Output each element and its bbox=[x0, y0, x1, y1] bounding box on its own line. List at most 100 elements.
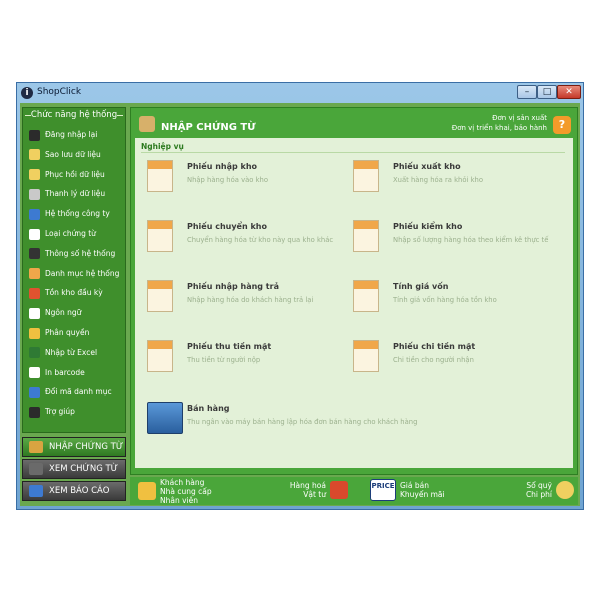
tile-title[interactable]: Bán hàng bbox=[187, 404, 230, 413]
tile-title[interactable]: Phiếu nhập kho bbox=[187, 162, 257, 171]
module-button[interactable]: XEM BÁO CÁO bbox=[22, 481, 126, 501]
module-icon bbox=[29, 484, 43, 497]
cash-payment-icon[interactable] bbox=[353, 340, 379, 372]
transfer-slip-icon[interactable] bbox=[147, 220, 173, 252]
sidebar-item[interactable]: Danh mục hệ thống bbox=[29, 265, 123, 283]
import-slip-icon[interactable] bbox=[147, 160, 173, 192]
app-icon: i bbox=[21, 87, 33, 99]
minimize-button[interactable]: – bbox=[517, 85, 537, 99]
maximize-button[interactable]: □ bbox=[537, 85, 557, 99]
sidebar-item[interactable]: Loại chứng từ bbox=[29, 225, 123, 243]
tile-description: Thu tiền từ người nộp bbox=[187, 356, 261, 364]
module-button-label: NHẬP CHỨNG TỪ bbox=[49, 442, 124, 452]
sidebar-item-label: Phục hồi dữ liệu bbox=[45, 169, 105, 179]
module-button[interactable]: XEM CHỨNG TỪ bbox=[22, 459, 126, 479]
sidebar-item-label: Thanh lý dữ liệu bbox=[45, 189, 106, 199]
cashbook-icon[interactable] bbox=[556, 481, 574, 499]
sidebar-item[interactable]: Đăng nhập lại bbox=[29, 126, 123, 144]
title-bar[interactable]: i ShopClick – □ ✕ bbox=[17, 83, 583, 103]
sidebar-item[interactable]: Phục hồi dữ liệu bbox=[29, 166, 123, 184]
sidebar-item-label: Tồn kho đầu kỳ bbox=[45, 288, 103, 298]
trash-icon bbox=[29, 188, 40, 200]
sidebar-item-label: Đăng nhập lại bbox=[45, 130, 98, 139]
system-functions-panel: Chức năng hệ thống Đăng nhập lại Sao lưu … bbox=[22, 107, 126, 433]
sidebar-title: Chức năng hệ thống bbox=[23, 108, 125, 122]
sidebar-item[interactable]: Tồn kho đầu kỳ bbox=[29, 284, 123, 302]
support-link[interactable]: Đơn vị triển khai, bảo hành bbox=[452, 124, 547, 132]
window-title: ShopClick bbox=[37, 87, 82, 97]
manufacturer-link[interactable]: Đơn vị sản xuất bbox=[492, 114, 547, 122]
module-button-label: XEM BÁO CÁO bbox=[49, 486, 110, 496]
cashbook-link[interactable]: Sổ quỹ Chi phí bbox=[520, 481, 552, 499]
main-panel: NHẬP CHỨNG TỪ Đơn vị sản xuất Đơn vị tri… bbox=[130, 107, 578, 475]
sidebar-item-label: Danh mục hệ thống bbox=[45, 268, 120, 278]
bottom-bar: Khách hàng Nhà cung cấp Nhân viên Hàng hoá… bbox=[130, 477, 578, 505]
content-area: Nghiệp vụ Phiếu nhập kho Nhập hàng hóa và… bbox=[135, 138, 573, 468]
tile-description: Xuất hàng hóa ra khỏi kho bbox=[393, 176, 483, 184]
tile-title[interactable]: Phiếu chi tiền mặt bbox=[393, 342, 475, 351]
sidebar-item[interactable]: Ngôn ngữ bbox=[29, 304, 123, 322]
sidebar-item[interactable]: Đổi mã danh mục bbox=[29, 383, 123, 401]
barcode-icon bbox=[29, 367, 40, 379]
sidebar-item-label: Ngôn ngữ bbox=[45, 308, 82, 318]
sidebar-item[interactable]: Trợ giúp bbox=[29, 403, 123, 421]
sidebar-item-label: Loại chứng từ bbox=[45, 229, 96, 238]
restore-icon bbox=[29, 169, 40, 181]
goods-link[interactable]: Hàng hoá Vật tư bbox=[286, 481, 326, 499]
cash-register-icon[interactable] bbox=[147, 402, 183, 434]
tile-title[interactable]: Phiếu xuất kho bbox=[393, 162, 461, 171]
tile-title[interactable]: Phiếu chuyển kho bbox=[187, 222, 267, 231]
tile-description: Nhập hàng hóa vào kho bbox=[187, 176, 268, 184]
tile-title[interactable]: Phiếu kiểm kho bbox=[393, 222, 462, 231]
stocktake-icon[interactable] bbox=[353, 220, 379, 252]
sidebar-item[interactable]: Thanh lý dữ liệu bbox=[29, 185, 123, 203]
inventory-icon bbox=[29, 287, 40, 299]
excel-icon bbox=[29, 347, 40, 359]
document-entry-icon bbox=[139, 116, 155, 132]
sidebar-item-label: Sao lưu dữ liệu bbox=[45, 149, 101, 159]
tile-description: Nhập số lượng hàng hóa theo kiểm kê thực… bbox=[393, 236, 549, 244]
sidebar-item-label: Hệ thống công ty bbox=[45, 209, 110, 219]
sidebar-item-label: Thông số hệ thống bbox=[45, 248, 116, 258]
prices-link[interactable]: Giá bán Khuyến mãi bbox=[400, 481, 445, 499]
module-icon bbox=[29, 440, 43, 453]
tile-description: Thu ngân vào máy bán hàng lập hóa đơn bá… bbox=[187, 418, 418, 426]
backup-icon bbox=[29, 149, 40, 161]
sidebar-item-label: Đổi mã danh mục bbox=[45, 387, 112, 397]
export-slip-icon[interactable] bbox=[353, 160, 379, 192]
close-button[interactable]: ✕ bbox=[557, 85, 581, 99]
tile-description: Nhập hàng hóa do khách hàng trả lại bbox=[187, 296, 314, 304]
module-button[interactable]: NHẬP CHỨNG TỪ bbox=[22, 437, 126, 457]
sidebar-item-label: In barcode bbox=[45, 367, 85, 377]
price-icon[interactable]: PRICE bbox=[370, 479, 396, 501]
cost-price-icon[interactable] bbox=[353, 280, 379, 312]
sidebar-item[interactable]: Hệ thống công ty bbox=[29, 205, 123, 223]
customers-link[interactable]: Khách hàng Nhà cung cấp Nhân viên bbox=[160, 478, 212, 505]
tile-description: Chuyển hàng hóa từ kho này qua kho khác bbox=[187, 236, 334, 244]
tile-title[interactable]: Phiếu thu tiền mặt bbox=[187, 342, 271, 351]
sidebar-item[interactable]: Phân quyền bbox=[29, 324, 123, 342]
cash-receipt-icon[interactable] bbox=[147, 340, 173, 372]
tile-description: Tính giá vốn hàng hóa tồn kho bbox=[393, 296, 497, 304]
goods-icon[interactable] bbox=[330, 481, 348, 499]
help-icon bbox=[29, 406, 40, 418]
tile-title[interactable]: Tính giá vốn bbox=[393, 282, 448, 291]
return-slip-icon[interactable] bbox=[147, 280, 173, 312]
sidebar-item[interactable]: Sao lưu dữ liệu bbox=[29, 146, 123, 164]
customers-icon[interactable] bbox=[138, 482, 156, 500]
sidebar-item-label: Trợ giúp bbox=[45, 407, 75, 417]
help-icon[interactable]: ? bbox=[553, 116, 571, 134]
sidebar-item[interactable]: Thông số hệ thống bbox=[29, 245, 123, 263]
sidebar-item[interactable]: In barcode bbox=[29, 364, 123, 382]
sidebar-item[interactable]: Nhập từ Excel bbox=[29, 344, 123, 362]
document-type-icon bbox=[29, 228, 40, 240]
module-icon bbox=[29, 462, 43, 475]
settings-icon bbox=[29, 248, 40, 260]
section-title: Nghiệp vụ bbox=[141, 142, 184, 151]
module-button-label: XEM CHỨNG TỪ bbox=[49, 464, 118, 474]
section-divider bbox=[141, 152, 565, 153]
sidebar-item-label: Nhập từ Excel bbox=[45, 347, 98, 357]
login-icon bbox=[29, 129, 40, 141]
tile-title[interactable]: Phiếu nhập hàng trả bbox=[187, 282, 279, 291]
client-area: Chức năng hệ thống Đăng nhập lại Sao lưu … bbox=[20, 103, 580, 506]
